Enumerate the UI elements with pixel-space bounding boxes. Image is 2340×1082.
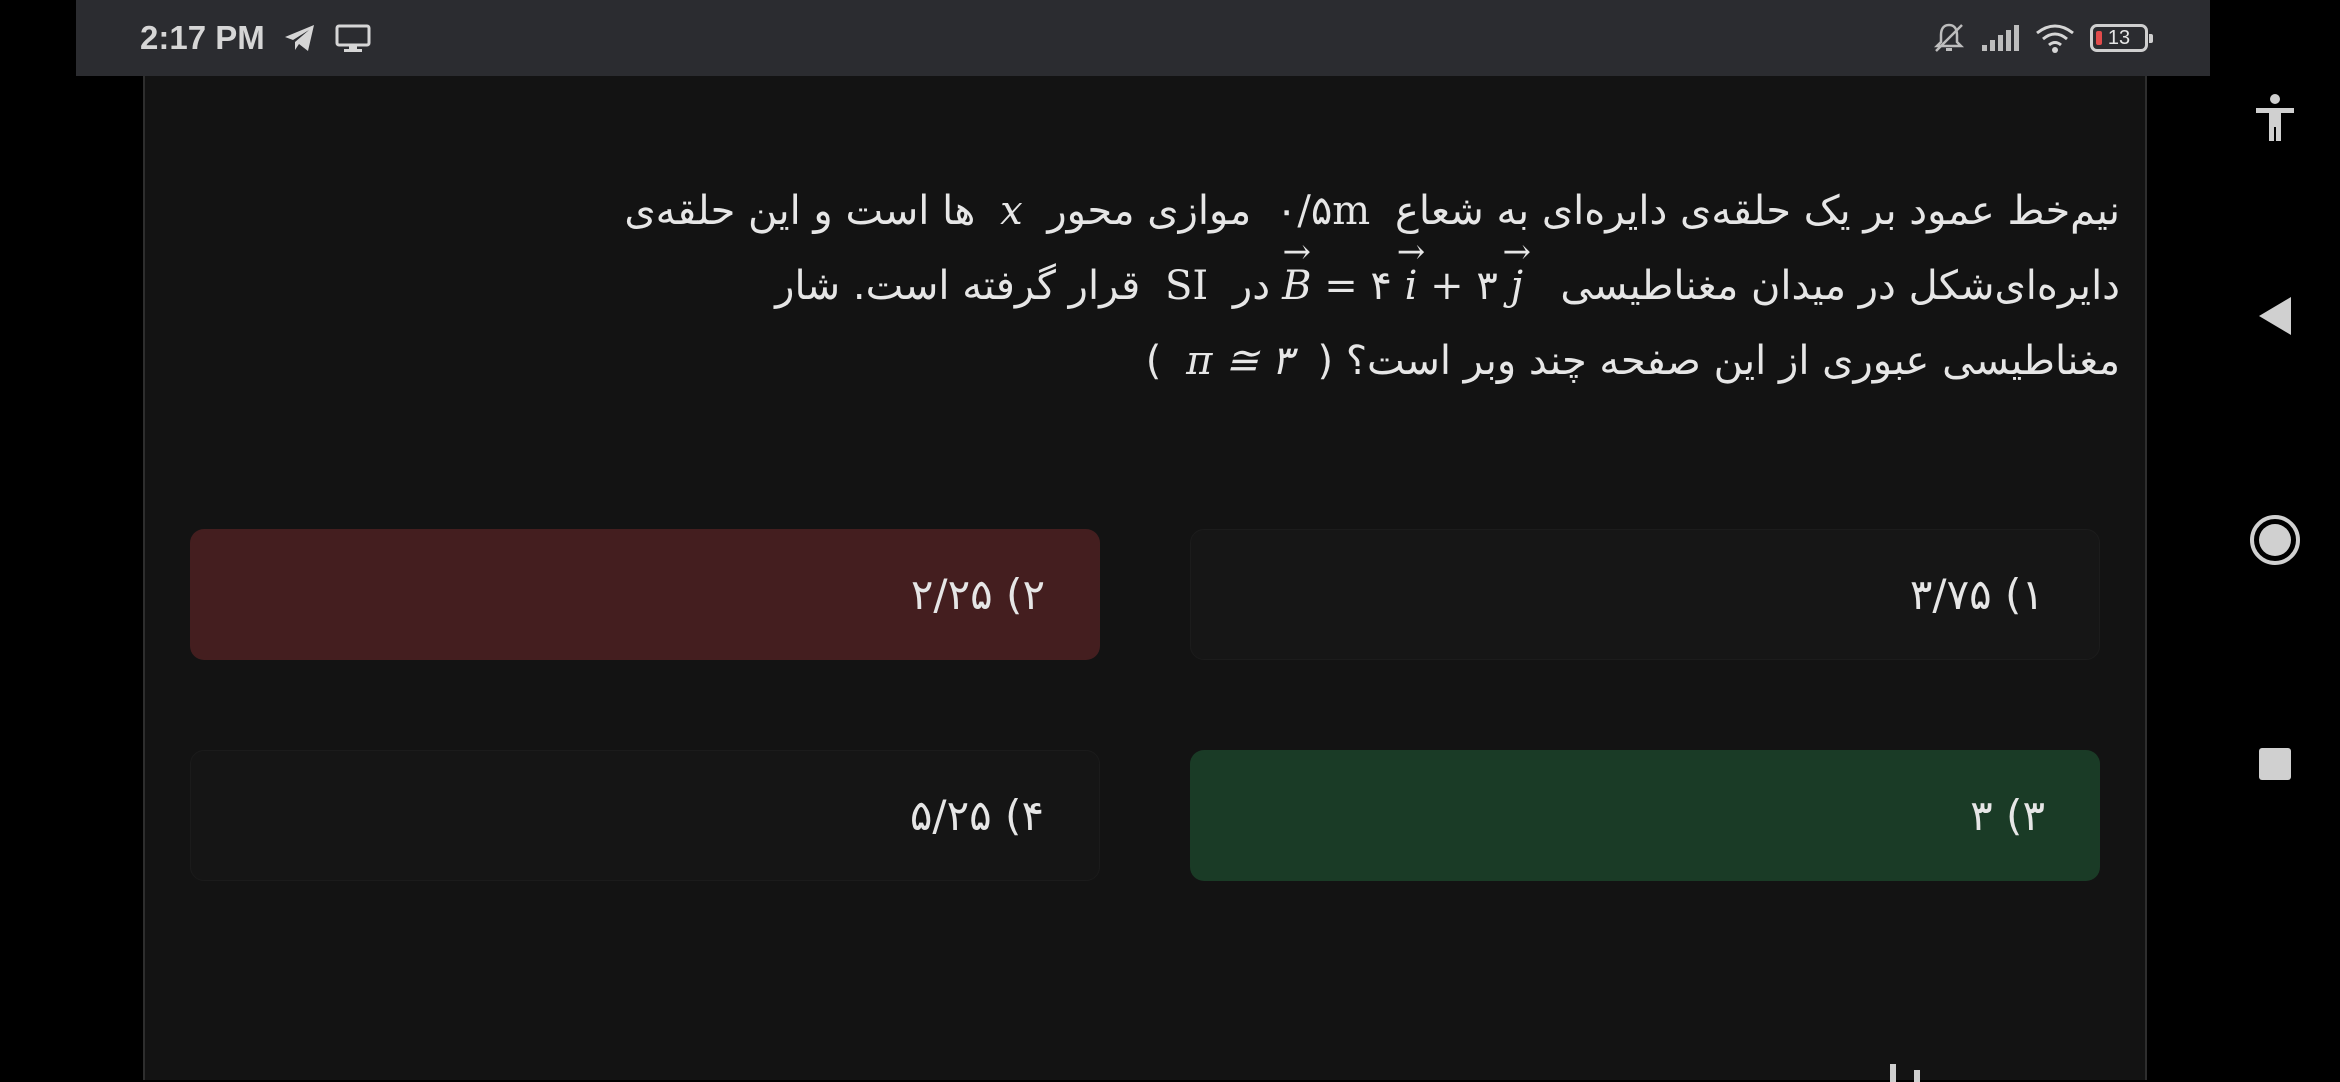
accessibility-icon[interactable] — [2240, 83, 2310, 153]
vector-j: j — [1511, 249, 1523, 324]
status-time: 2:17 PM — [140, 19, 265, 56]
screen-icon — [335, 23, 371, 53]
option-2-label: ۲) ۲/۲۵ — [910, 570, 1045, 619]
pi-approximation: π ≅ ۳ — [1186, 338, 1293, 384]
question-text: نیم‌خط عمود بر یک حلقه‌ی دایره‌ای به شعا… — [375, 174, 2120, 399]
q-text: دایره‌ای‌شکل در میدان مغناطیسی — [1560, 263, 2120, 309]
signal-icon — [1980, 23, 2020, 53]
q-text: ها است و این حلقه‌ی — [624, 188, 976, 234]
navigation-bar — [2210, 0, 2340, 1080]
option-4-label: ۴) ۵/۲۵ — [909, 791, 1044, 840]
home-icon[interactable] — [2240, 505, 2310, 575]
unit-system: SI — [1165, 263, 1209, 309]
q-text: در — [1232, 263, 1271, 309]
status-left: 2:17 PM — [140, 19, 371, 57]
option-2-incorrect[interactable]: ۲) ۲/۲۵ — [190, 529, 1100, 660]
status-bar: 2:17 PM 13 — [76, 0, 2210, 76]
question-card: نیم‌خط عمود بر یک حلقه‌ی دایره‌ای به شعا… — [143, 76, 2147, 1082]
question-line-2: دایره‌ای‌شکل در میدان مغناطیسی B = ۴ i +… — [375, 249, 2120, 324]
telegram-icon — [283, 23, 317, 53]
wifi-icon — [2034, 22, 2076, 54]
battery-level: 13 — [2107, 26, 2131, 49]
recents-icon[interactable] — [2240, 729, 2310, 799]
vector-b: B — [1282, 249, 1311, 324]
back-icon[interactable] — [2240, 281, 2310, 351]
q-text: مغناطیسی عبوری از این صفحه چند وبر است؟ … — [1317, 338, 2121, 384]
option-1-label: ۱) ۳/۷۵ — [1909, 570, 2044, 619]
option-3-label: ۳) ۳ — [1970, 791, 2045, 840]
q-text: موازی محور — [1047, 188, 1252, 234]
question-line-3: مغناطیسی عبوری از این صفحه چند وبر است؟ … — [375, 324, 2120, 399]
axis-variable: x — [1000, 188, 1023, 234]
vector-i: i — [1405, 249, 1418, 324]
battery-icon: 13 — [2090, 24, 2153, 52]
option-1[interactable]: ۱) ۳/۷۵ — [1190, 529, 2100, 660]
q-text: ) — [1145, 338, 1162, 384]
option-3-correct[interactable]: ۳) ۳ — [1190, 750, 2100, 881]
q-text: قرار گرفته است. شار — [775, 263, 1141, 309]
partial-content-icon — [1890, 1064, 1920, 1082]
formula-equals: = ۴ — [1324, 263, 1392, 309]
status-right: 13 — [1932, 21, 2153, 55]
formula-plus: + ۳ — [1430, 263, 1498, 309]
mute-icon — [1932, 21, 1966, 55]
option-4[interactable]: ۴) ۵/۲۵ — [190, 750, 1100, 881]
question-line-1: نیم‌خط عمود بر یک حلقه‌ی دایره‌ای به شعا… — [375, 174, 2120, 249]
field-formula: B = ۴ i + ۳ j — [1270, 263, 1548, 309]
